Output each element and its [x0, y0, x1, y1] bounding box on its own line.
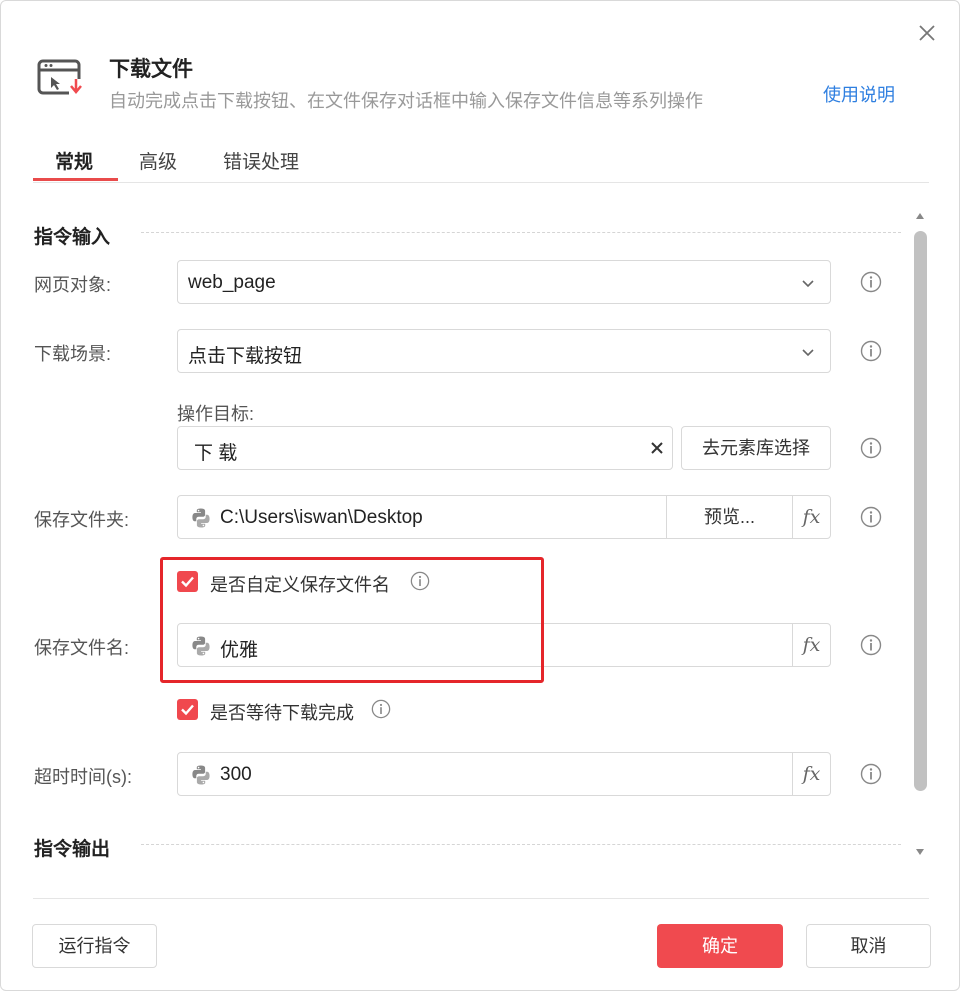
tab-bar: 常规 高级 错误处理	[33, 141, 929, 183]
operation-target-label: 操作目标:	[177, 404, 255, 424]
cancel-button[interactable]: 取消	[806, 924, 931, 968]
wait-download-checkbox[interactable]	[177, 699, 198, 720]
dialog-title: 下载文件	[109, 58, 193, 81]
section-title-input: 指令输入	[34, 227, 111, 248]
info-icon[interactable]	[860, 271, 882, 293]
timeout-value: 300	[220, 764, 252, 785]
tab-advanced[interactable]: 高级	[139, 147, 177, 174]
checkmark-icon	[181, 704, 194, 716]
save-filename-label: 保存文件名:	[34, 638, 130, 658]
help-link[interactable]: 使用说明	[823, 81, 895, 107]
web-object-select[interactable]: web_page	[177, 260, 831, 304]
timeout-label: 超时时间(s):	[34, 767, 132, 787]
scroll-down-arrow-icon[interactable]	[916, 849, 924, 855]
save-folder-input[interactable]: C:\Users\iswan\Desktop 预览... fx	[177, 495, 831, 539]
wait-download-label: 是否等待下载完成	[210, 703, 354, 723]
python-icon	[192, 765, 210, 785]
save-folder-label: 保存文件夹:	[34, 510, 130, 530]
tab-error-handling[interactable]: 错误处理	[223, 147, 299, 174]
info-icon[interactable]	[860, 634, 882, 656]
download-file-icon	[37, 57, 87, 99]
info-icon[interactable]	[860, 506, 882, 528]
info-icon[interactable]	[860, 763, 882, 785]
web-object-label: 网页对象:	[34, 275, 112, 295]
chevron-down-icon	[802, 349, 814, 357]
tab-general[interactable]: 常规	[55, 147, 93, 174]
save-folder-value: C:\Users\iswan\Desktop	[220, 507, 423, 528]
info-icon[interactable]	[371, 699, 391, 719]
info-icon[interactable]	[860, 437, 882, 459]
scroll-up-arrow-icon[interactable]	[916, 213, 924, 219]
confirm-button[interactable]: 确定	[657, 924, 783, 968]
python-icon	[192, 508, 210, 528]
run-command-button[interactable]: 运行指令	[32, 924, 157, 968]
fx-button[interactable]: fx	[792, 496, 830, 538]
fx-button[interactable]: fx	[792, 624, 830, 666]
active-tab-indicator	[33, 178, 118, 181]
download-scene-select[interactable]: 点击下载按钮	[177, 329, 831, 373]
select-from-element-library-button[interactable]: 去元素库选择	[681, 426, 831, 470]
close-icon[interactable]	[915, 21, 939, 45]
dialog-subtitle: 自动完成点击下载按钮、在文件保存对话框中输入保存文件信息等系列操作	[109, 91, 703, 111]
download-scene-value: 点击下载按钮	[188, 346, 303, 367]
highlight-box	[160, 557, 544, 683]
operation-target-input[interactable]: 下 载	[177, 426, 673, 470]
web-object-value: web_page	[188, 272, 276, 293]
chevron-down-icon	[802, 280, 814, 288]
download-file-dialog: 下载文件 自动完成点击下载按钮、在文件保存对话框中输入保存文件信息等系列操作 使…	[0, 0, 960, 991]
footer-divider	[33, 898, 929, 899]
info-icon[interactable]	[860, 340, 882, 362]
scrollbar-thumb[interactable]	[914, 231, 927, 791]
section-divider	[141, 844, 901, 845]
fx-button[interactable]: fx	[792, 753, 830, 795]
download-scene-label: 下载场景:	[34, 344, 112, 364]
section-title-output: 指令输出	[34, 839, 111, 860]
clear-icon[interactable]	[650, 441, 664, 455]
section-divider	[141, 232, 901, 233]
browse-folder-button[interactable]: 预览...	[666, 496, 792, 538]
operation-target-value: 下 载	[194, 443, 238, 464]
timeout-input[interactable]: 300 fx	[177, 752, 831, 796]
